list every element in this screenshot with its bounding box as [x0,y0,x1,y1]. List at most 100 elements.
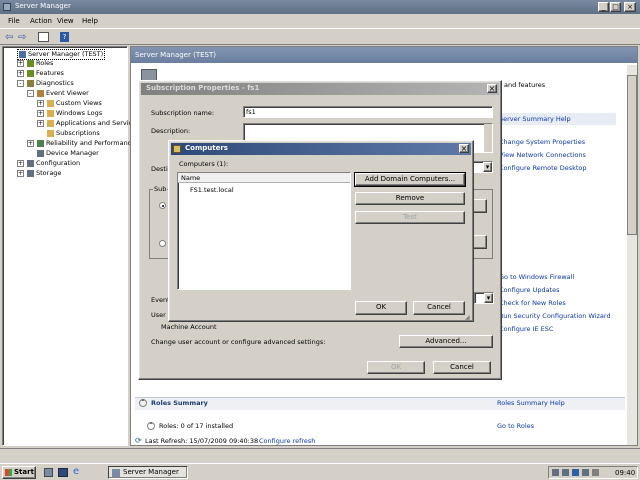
show-hide-tree-icon[interactable] [38,32,49,42]
tree-item[interactable]: Subscriptions [47,129,100,138]
forward-icon[interactable]: ⇨ [18,32,26,43]
start-button[interactable]: Start [2,466,36,479]
subscription-ok-button[interactable]: OK [367,361,425,374]
expand-icon[interactable]: + [17,160,24,167]
tree-item[interactable]: Windows Logs [47,109,102,118]
close-button[interactable]: × [624,2,636,12]
tree-item[interactable]: Custom Views [47,99,102,108]
tree-item-label: Roles [36,59,54,67]
menu-file[interactable]: File [8,17,20,25]
configure-refresh-link[interactable]: Configure refresh [259,437,315,445]
description-scrollbar[interactable] [484,124,492,152]
collector-initiated-radio[interactable] [159,202,166,209]
roles-expand-icon[interactable]: ⌃ [147,422,155,430]
select-computers-button[interactable] [473,199,487,213]
subscription-close-button[interactable]: × [487,84,497,93]
link-configure-remote-desktop[interactable]: Configure Remote Desktop [499,164,587,172]
link-check-new-roles[interactable]: Check for New Roles [499,299,566,307]
link-configure-updates[interactable]: Configure Updates [499,286,560,294]
computers-close-button[interactable]: × [459,144,469,153]
expand-icon[interactable]: + [17,70,24,77]
tray-icon-3[interactable] [572,469,579,476]
help-icon[interactable]: ? [60,32,69,42]
tray-icon-4[interactable] [582,469,589,476]
link-view-network-connections[interactable]: View Network Connections [499,151,586,159]
collapse-icon[interactable]: - [17,80,24,87]
list-item[interactable]: FS1.test.local [178,186,350,196]
source-initiated-radio[interactable] [159,240,166,247]
go-to-roles-link[interactable]: Go to Roles [497,422,534,430]
quicklaunch-ie-icon[interactable]: e [73,466,79,477]
link-change-system-properties[interactable]: Change System Properties [499,138,585,146]
tray-icon-5[interactable] [592,469,599,476]
tree-item[interactable]: Device Manager [37,149,99,158]
tray-icon-2[interactable] [562,469,569,476]
expand-icon[interactable]: + [17,60,24,67]
destination-label: Desti [151,165,168,173]
taskbar-task-icon [112,469,120,477]
link-windows-firewall[interactable]: Go to Windows Firewall [499,273,574,281]
server-summary-help-link[interactable]: Server Summary Help [499,115,571,123]
advanced-button[interactable]: Advanced... [399,335,493,348]
tree-item[interactable]: Applications and Servic [47,119,132,128]
expand-icon[interactable]: + [37,110,44,117]
tree-item[interactable]: Reliability and Performance [37,139,135,148]
roles-features-text: and features [504,81,546,89]
remove-button[interactable]: Remove [355,192,465,205]
column-header-name[interactable]: Name [178,173,350,183]
link-security-config-wizard[interactable]: Run Security Configuration Wizard [499,312,611,320]
subscription-name-field[interactable]: fs1 [243,106,493,118]
tree-item[interactable]: Roles [27,59,53,68]
destination-dropdown-arrow[interactable]: ▾ [483,162,492,172]
back-icon[interactable]: ⇦ [5,32,13,43]
scroll-thumb[interactable] [627,75,637,235]
computers-list[interactable]: Name FS1.test.local [177,172,351,290]
quicklaunch-console-icon[interactable] [58,468,68,477]
maximize-button[interactable]: □ [610,2,621,12]
tree-item[interactable]: Storage [27,169,61,178]
subscription-cancel-button[interactable]: Cancel [433,361,491,374]
quicklaunch-server-icon[interactable] [44,468,53,477]
expand-icon[interactable]: + [27,140,34,147]
window-title: Server Manager [15,2,71,10]
tree-node-icon [47,99,54,107]
expand-icon[interactable]: + [37,120,44,127]
expand-icon[interactable]: + [37,100,44,107]
tree-item-label: Custom Views [56,99,102,107]
computers-ok-button[interactable]: OK [355,301,407,315]
scrollbar[interactable] [627,65,637,445]
events-dropdown[interactable]: ▾ [474,292,494,304]
last-refresh: Last Refresh: 15/07/2009 09:40:38 [145,437,259,445]
menu-action[interactable]: Action [30,17,52,25]
tree-item[interactable]: Event Viewer [37,89,89,98]
roles-summary-help-link[interactable]: Roles Summary Help [497,399,565,407]
computers-cancel-button[interactable]: Cancel [413,301,465,315]
resize-grip-icon[interactable]: ◢ [465,314,470,321]
tree-item-label: Diagnostics [36,79,74,87]
user-account-label: User [151,311,166,319]
add-domain-computers-button[interactable]: Add Domain Computers... [354,172,466,187]
collapse-icon[interactable]: ⌃ [139,399,147,407]
main-header-text: Server Manager (TEST) [135,51,216,59]
tree-node-icon [27,79,34,87]
menu-help[interactable]: Help [82,17,98,25]
tree-item-label: Features [36,69,64,77]
minimize-button[interactable]: _ [598,2,609,12]
menu-view[interactable]: View [57,17,74,25]
test-button[interactable]: Test [355,211,465,224]
tree-item[interactable]: Configuration [27,159,80,168]
column-name-label: Name [181,174,201,182]
expand-icon[interactable]: + [17,170,24,177]
tray-icon-1[interactable] [552,469,559,476]
select-computer-groups-button[interactable] [473,235,487,249]
link-configure-ie-esc[interactable]: Configure IE ESC [499,325,553,333]
events-dropdown-arrow[interactable]: ▾ [484,293,493,303]
taskbar-server-manager-button[interactable]: Server Manager [108,466,188,479]
collapse-icon[interactable]: - [27,90,34,97]
tree-item[interactable]: Diagnostics [27,79,74,88]
tree-node-icon [27,159,34,167]
clock[interactable]: 09:40 [615,469,635,477]
subscription-name-value: fs1 [246,108,256,116]
tree-item[interactable]: Features [27,69,64,78]
subscription-dialog-titlebar: Subscription Properties - fs1 × [141,83,499,95]
